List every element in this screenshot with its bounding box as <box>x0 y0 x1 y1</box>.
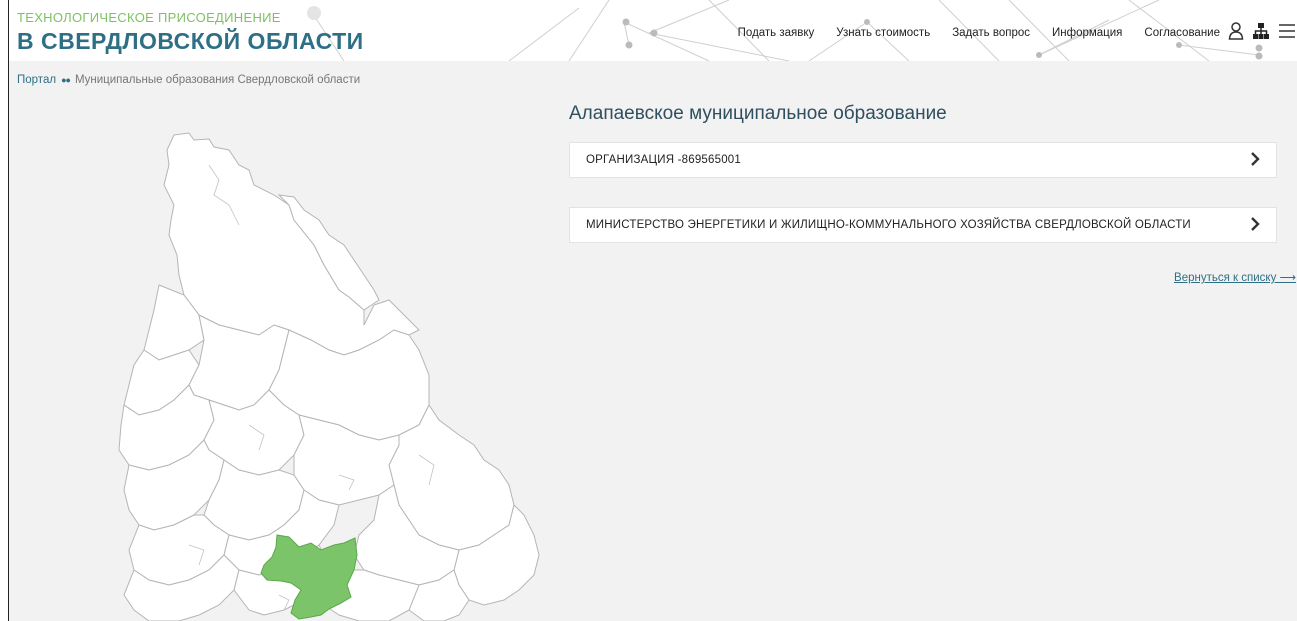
nav-calculate-cost[interactable]: Узнать стоимость <box>836 27 930 39</box>
nav-approval[interactable]: Согласование <box>1144 27 1220 39</box>
breadcrumb: Портал ●● Муниципальные образования Свер… <box>17 74 360 86</box>
back-to-list-link[interactable]: Вернуться к списку ⟶ <box>1174 270 1296 284</box>
logo-title[interactable]: В СВЕРДЛОВСКОЙ ОБЛАСТИ <box>17 28 364 55</box>
chevron-right-icon <box>1250 150 1260 171</box>
nav-submit-request[interactable]: Подать заявку <box>738 27 815 39</box>
menu-icon[interactable] <box>1278 23 1296 44</box>
page-title: Алапаевское муниципальное образование <box>569 103 947 124</box>
accordion-item-label: ОРГАНИЗАЦИЯ -869565001 <box>586 154 741 166</box>
region-map <box>118 132 540 621</box>
breadcrumb-separator: ●● <box>61 75 71 85</box>
breadcrumb-home-link[interactable]: Портал <box>17 74 56 86</box>
accordion-item-ministry[interactable]: МИНИСТЕРСТВО ЭНЕРГЕТИКИ И ЖИЛИЩНО-КОММУН… <box>569 207 1277 243</box>
user-icon[interactable] <box>1228 22 1244 45</box>
sitemap-icon[interactable] <box>1252 22 1270 45</box>
header-icons <box>1228 22 1296 45</box>
accordion-item-organization[interactable]: ОРГАНИЗАЦИЯ -869565001 <box>569 142 1277 178</box>
site-header: ТЕХНОЛОГИЧЕСКОЕ ПРИСОЕДИНЕНИЕ В СВЕРДЛОВ… <box>9 0 1297 61</box>
main-nav: Подать заявку Узнать стоимость Задать во… <box>738 27 1220 39</box>
chevron-right-icon <box>1250 215 1260 236</box>
logo-subtitle[interactable]: ТЕХНОЛОГИЧЕСКОЕ ПРИСОЕДИНЕНИЕ <box>17 10 281 25</box>
nav-information[interactable]: Информация <box>1052 27 1122 39</box>
breadcrumb-current: Муниципальные образования Свердловской о… <box>74 74 361 86</box>
accordion-item-label: МИНИСТЕРСТВО ЭНЕРГЕТИКИ И ЖИЛИЩНО-КОММУН… <box>586 219 1191 231</box>
nav-ask-question[interactable]: Задать вопрос <box>952 27 1030 39</box>
page-frame: ТЕХНОЛОГИЧЕСКОЕ ПРИСОЕДИНЕНИЕ В СВЕРДЛОВ… <box>8 0 1297 621</box>
